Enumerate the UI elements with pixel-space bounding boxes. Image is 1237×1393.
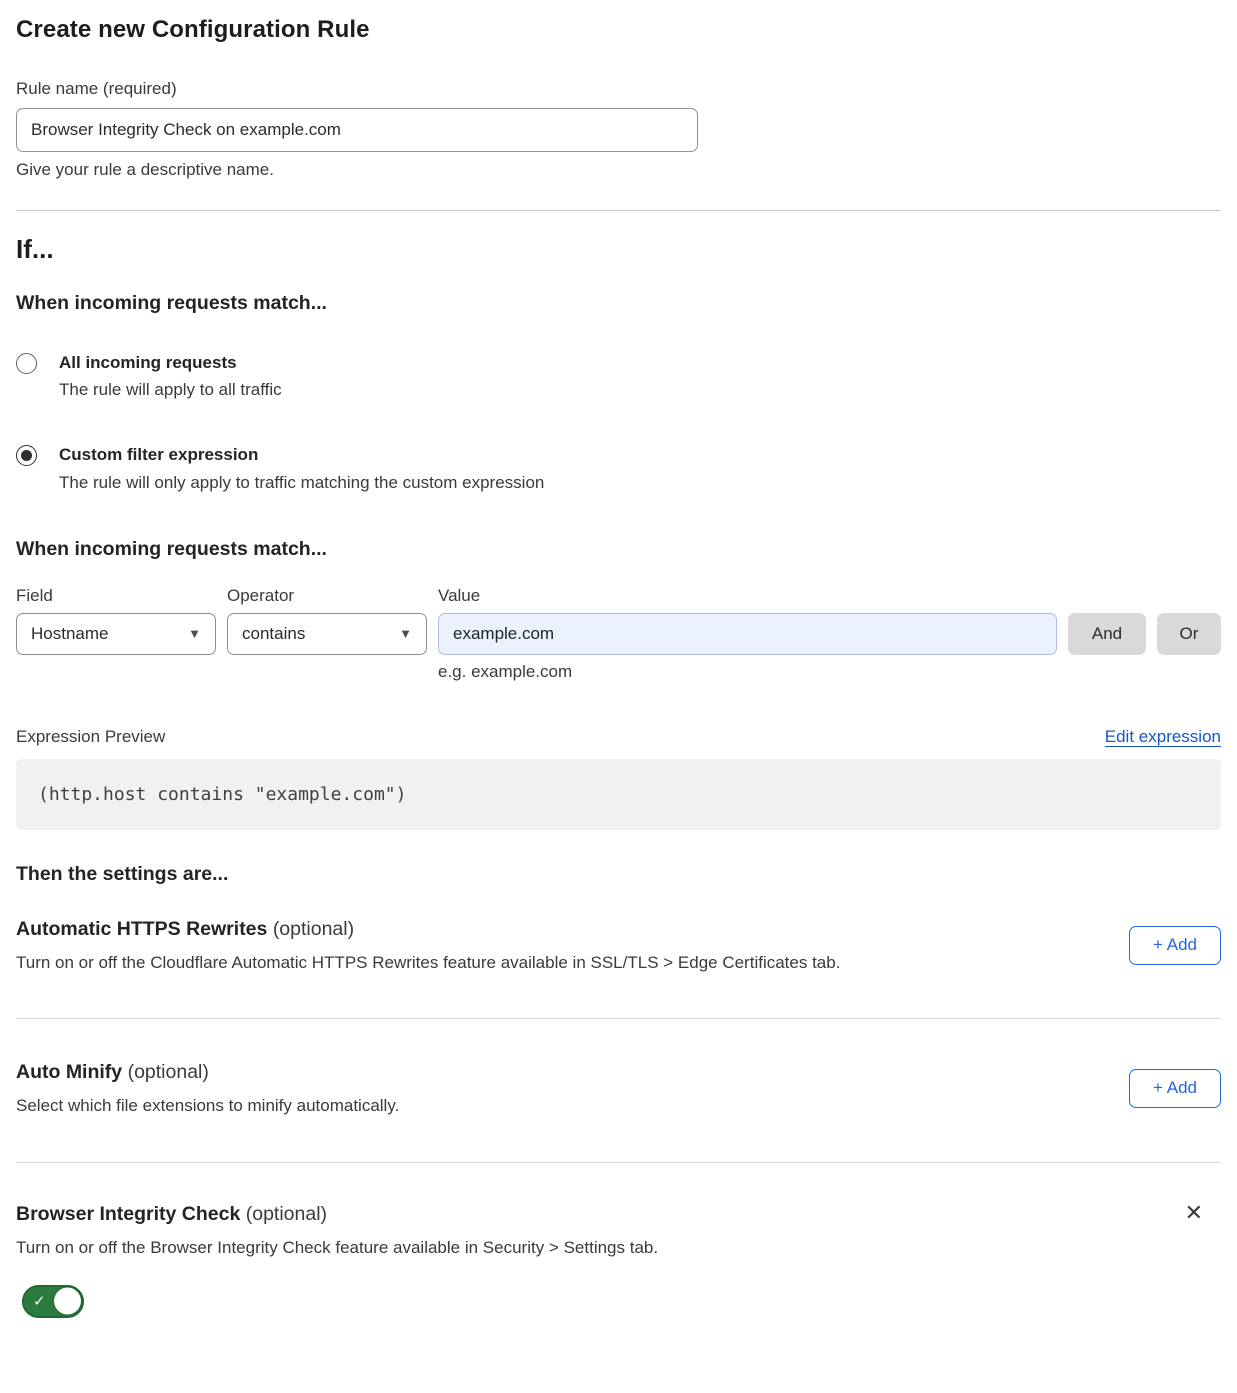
radio-option-all-incoming-requests[interactable]: All incoming requests The rule will appl… (16, 352, 1221, 400)
setting-optional-tag: (optional) (246, 1203, 327, 1225)
setting-texts: Auto Minify (optional) Select which file… (16, 1061, 399, 1116)
create-configuration-rule-page: Create new Configuration Rule Rule name … (0, 16, 1237, 1318)
setting-title: Automatic HTTPS Rewrites (16, 918, 267, 940)
expression-builder-controls: Hostname ▼ contains ▼ And Or (16, 613, 1221, 655)
setting-title-line: Automatic HTTPS Rewrites (optional) (16, 918, 840, 941)
rule-name-label: Rule name (required) (16, 79, 1221, 99)
then-settings-heading: Then the settings are... (16, 863, 1221, 886)
field-select[interactable]: Hostname ▼ (16, 613, 216, 655)
radio-option-description: The rule will apply to all traffic (59, 380, 282, 400)
expression-builder-helper-row: e.g. example.com (16, 662, 1221, 682)
value-input[interactable] (438, 613, 1057, 655)
section-divider (16, 1018, 1221, 1019)
if-heading: If... (16, 234, 1221, 265)
rule-name-input[interactable] (16, 108, 698, 152)
expression-preview-header: Expression Preview Edit expression (16, 727, 1221, 747)
radio-dot (21, 358, 32, 369)
match-heading: When incoming requests match... (16, 292, 1221, 315)
setting-texts: Browser Integrity Check (optional) Turn … (16, 1203, 658, 1258)
chevron-down-icon: ▼ (188, 627, 201, 640)
expression-preview-code: (http.host contains "example.com") (16, 759, 1221, 830)
setting-automatic-https-rewrites: Automatic HTTPS Rewrites (optional) Turn… (16, 918, 1221, 973)
or-button[interactable]: Or (1157, 613, 1221, 655)
setting-description: Turn on or off the Cloudflare Automatic … (16, 953, 840, 973)
radio-unselected-icon[interactable] (16, 353, 37, 374)
expression-preview-label: Expression Preview (16, 727, 165, 747)
value-column-label: Value (438, 586, 1057, 606)
edit-expression-link[interactable]: Edit expression (1105, 727, 1221, 747)
radio-dot (21, 450, 32, 461)
operator-column-label: Operator (227, 586, 427, 606)
check-icon: ✓ (33, 1292, 46, 1310)
expression-builder-labels: Field Operator Value (16, 586, 1221, 606)
rule-name-helper: Give your rule a descriptive name. (16, 160, 1221, 180)
setting-title-line: Auto Minify (optional) (16, 1061, 399, 1084)
section-divider (16, 210, 1221, 211)
setting-title-line: Browser Integrity Check (optional) (16, 1203, 658, 1226)
expression-builder-heading: When incoming requests match... (16, 538, 1221, 561)
browser-integrity-check-toggle[interactable]: ✓ (22, 1285, 84, 1318)
value-helper-text: e.g. example.com (438, 662, 1057, 682)
radio-option-description: The rule will only apply to traffic matc… (59, 473, 544, 493)
setting-description: Turn on or off the Browser Integrity Che… (16, 1238, 658, 1258)
close-icon[interactable]: ✕ (1179, 1201, 1209, 1227)
chevron-down-icon: ▼ (399, 627, 412, 640)
operator-select[interactable]: contains ▼ (227, 613, 427, 655)
radio-option-label: Custom filter expression (59, 444, 544, 465)
operator-select-value: contains (242, 624, 305, 644)
setting-optional-tag: (optional) (273, 918, 354, 940)
radio-option-texts: All incoming requests The rule will appl… (59, 352, 282, 400)
section-divider (16, 1162, 1221, 1163)
radio-option-texts: Custom filter expression The rule will o… (59, 444, 544, 492)
radio-selected-icon[interactable] (16, 445, 37, 466)
setting-optional-tag: (optional) (128, 1061, 209, 1083)
add-auto-minify-button[interactable]: + Add (1129, 1069, 1221, 1108)
setting-title: Browser Integrity Check (16, 1203, 240, 1225)
expression-code-text: (http.host contains "example.com") (38, 784, 406, 805)
field-select-value: Hostname (31, 624, 108, 644)
add-automatic-https-rewrites-button[interactable]: + Add (1129, 926, 1221, 965)
setting-texts: Automatic HTTPS Rewrites (optional) Turn… (16, 918, 840, 973)
toggle-knob (54, 1288, 81, 1315)
setting-description: Select which file extensions to minify a… (16, 1096, 399, 1116)
radio-option-custom-filter-expression[interactable]: Custom filter expression The rule will o… (16, 444, 1221, 492)
setting-title: Auto Minify (16, 1061, 122, 1083)
setting-auto-minify: Auto Minify (optional) Select which file… (16, 1061, 1221, 1116)
field-column-label: Field (16, 586, 216, 606)
radio-option-label: All incoming requests (59, 352, 282, 373)
page-title: Create new Configuration Rule (16, 16, 1221, 44)
setting-browser-integrity-check: Browser Integrity Check (optional) Turn … (16, 1203, 1221, 1258)
and-button[interactable]: And (1068, 613, 1146, 655)
